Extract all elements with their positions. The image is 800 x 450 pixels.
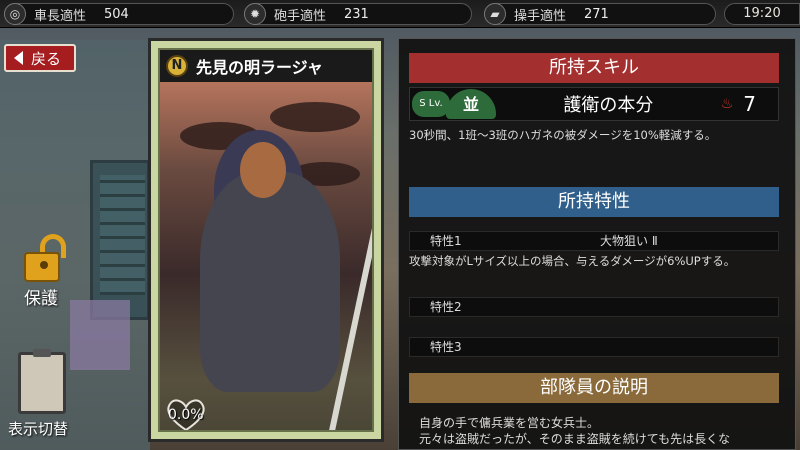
trait-1-value: 大物狙い Ⅱ xyxy=(600,234,658,248)
commander-stat: ◎ 車長適性 504 xyxy=(4,3,234,25)
info-panel: 所持スキル S Lv. 並 護衛の本分 ♨ 7 30秒間、1班～3班のハガネの被… xyxy=(398,38,796,450)
driver-stat: ▰ 操手適性 271 xyxy=(484,3,716,25)
skill-name: 護衛の本分 xyxy=(563,95,654,116)
tank-icon: ▰ xyxy=(484,3,506,25)
display-toggle-button[interactable]: 表示切替 xyxy=(8,348,88,440)
back-arrow-icon xyxy=(14,51,23,65)
member-description-line-1: 自身の手で傭兵業を営む女兵士。 xyxy=(419,416,600,430)
trait-2-label: 特性2 xyxy=(430,300,462,314)
trait-3-label: 特性3 xyxy=(430,340,462,354)
character-card: N 先見の明ラージャ 0.0% xyxy=(148,38,384,442)
card-title-bar: N 先見の明ラージャ xyxy=(160,50,372,82)
affection-value: 0.0% xyxy=(168,407,204,423)
trait-1-label: 特性1 xyxy=(430,234,462,248)
clock: 19:20 xyxy=(724,3,800,25)
protect-label: 保護 xyxy=(24,289,58,309)
traits-section-header: 所持特性 xyxy=(409,187,779,217)
gunner-stat-value: 231 xyxy=(344,6,369,22)
skill-section-header: 所持スキル xyxy=(409,53,779,83)
member-description-line-2: 元々は盗賊だったが、そのまま盗賊を続けても先は長くな xyxy=(419,432,731,446)
driver-stat-label: 操手適性 xyxy=(514,8,567,24)
target-icon: ◎ xyxy=(4,3,26,25)
member-section-header: 部隊員の説明 xyxy=(409,373,779,403)
character-face xyxy=(240,142,286,198)
character-body xyxy=(200,172,340,392)
trait-row-2: 特性2 xyxy=(409,297,779,317)
driver-stat-value: 271 xyxy=(584,6,609,22)
character-name: 先見の明ラージャ xyxy=(196,58,323,77)
rarity-badge: N xyxy=(166,55,188,77)
back-button[interactable]: 戻る xyxy=(4,44,76,72)
fire-icon: ♨ xyxy=(720,96,734,112)
trait-row-3: 特性3 xyxy=(409,337,779,357)
skill-grade-fan-icon: 並 xyxy=(446,89,496,119)
character-portrait xyxy=(160,82,372,430)
explosion-icon: ✹ xyxy=(244,3,266,25)
top-status-bar: ◎ 車長適性 504 ✹ 砲手適性 231 ▰ 操手適性 271 19:20 xyxy=(0,0,800,28)
commander-stat-label: 車長適性 xyxy=(34,8,87,24)
trait-row-1: 特性1 大物狙い Ⅱ xyxy=(409,231,779,251)
gunner-stat: ✹ 砲手適性 231 xyxy=(244,3,472,25)
skill-description: 30秒間、1班～3班のハガネの被ダメージを10%軽減する。 xyxy=(409,128,717,142)
background-grid xyxy=(100,175,145,295)
trait-1-description: 攻撃対象がLサイズ以上の場合、与えるダメージが6%UPする。 xyxy=(409,254,736,268)
skill-level-value: 7 xyxy=(743,92,756,116)
display-toggle-label: 表示切替 xyxy=(8,420,69,438)
member-description[interactable]: 自身の手で傭兵業を営む女兵士。 元々は盗賊だったが、そのまま盗賊を続けても先は長… xyxy=(419,415,779,450)
protect-button[interactable]: 保護 xyxy=(18,232,78,312)
character-card-frame: N 先見の明ラージャ 0.0% xyxy=(158,48,374,432)
skill-row[interactable]: S Lv. 並 護衛の本分 ♨ 7 xyxy=(409,87,779,121)
lock-icon xyxy=(24,252,60,282)
clipboard-icon xyxy=(18,349,66,414)
skill-level-badge: S Lv. xyxy=(412,91,450,117)
back-button-label: 戻る xyxy=(31,49,62,68)
gunner-stat-label: 砲手適性 xyxy=(274,8,327,24)
commander-stat-value: 504 xyxy=(104,6,129,22)
